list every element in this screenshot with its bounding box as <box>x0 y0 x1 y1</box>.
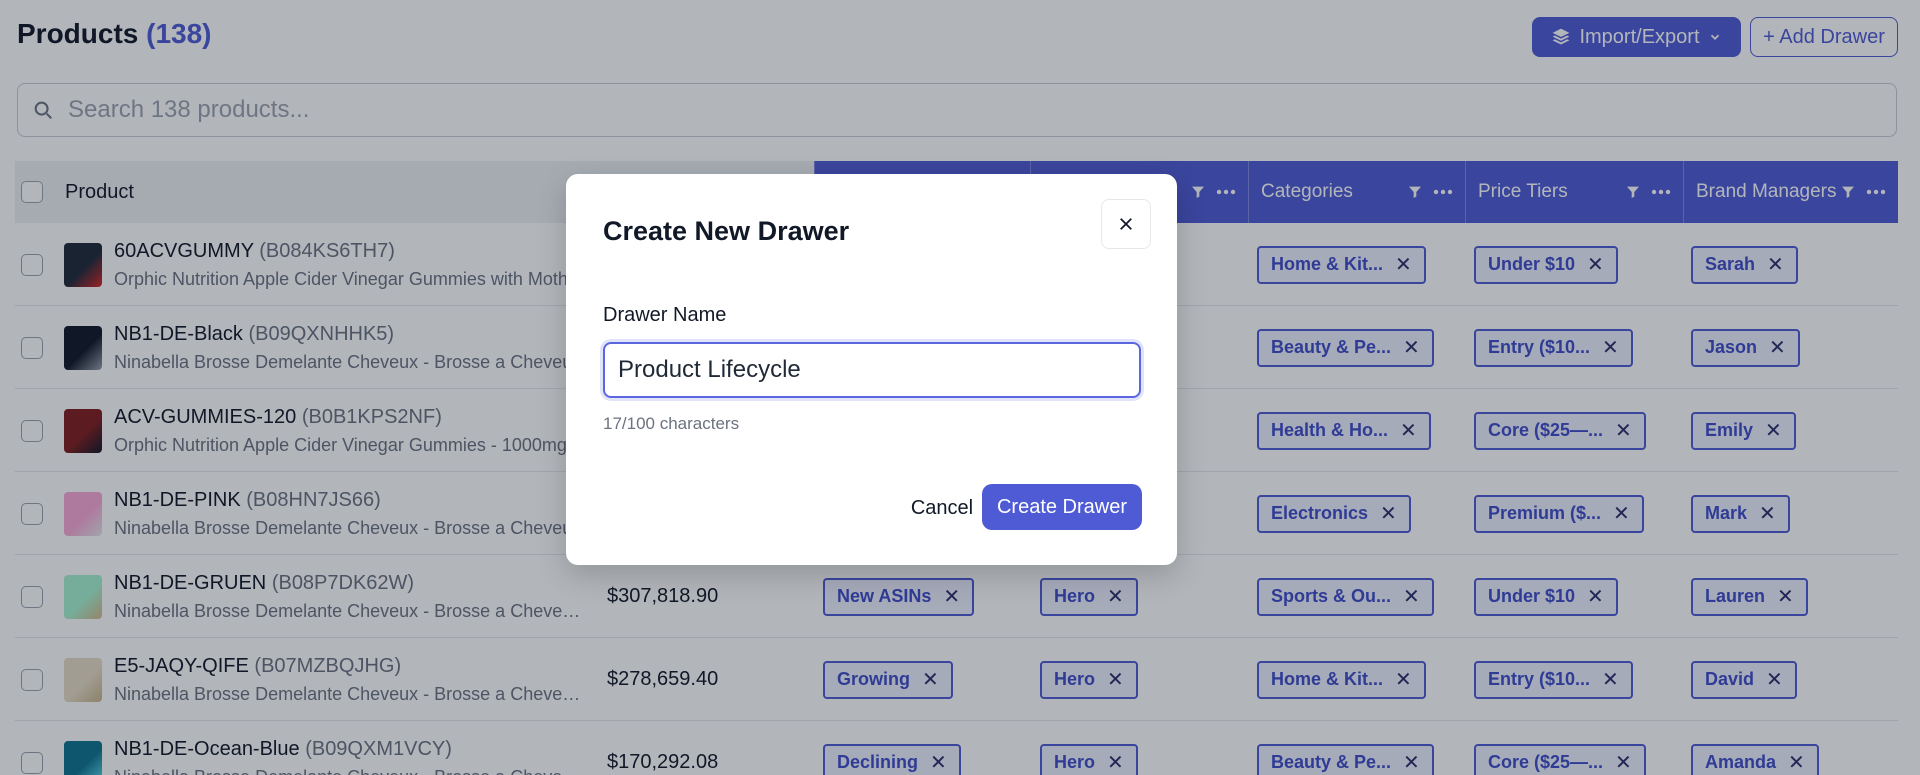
close-button[interactable] <box>1101 199 1151 249</box>
character-count: 17/100 characters <box>603 414 740 433</box>
drawer-name-label: Drawer Name <box>603 304 727 326</box>
close-icon <box>1120 218 1132 230</box>
dialog-title: Create New Drawer <box>603 216 850 246</box>
create-drawer-button[interactable]: Create Drawer <box>982 484 1142 530</box>
drawer-name-input[interactable] <box>600 339 1144 401</box>
create-drawer-dialog: Create New Drawer Drawer Name 17/100 cha… <box>566 174 1177 565</box>
cancel-button[interactable]: Cancel <box>887 485 997 531</box>
